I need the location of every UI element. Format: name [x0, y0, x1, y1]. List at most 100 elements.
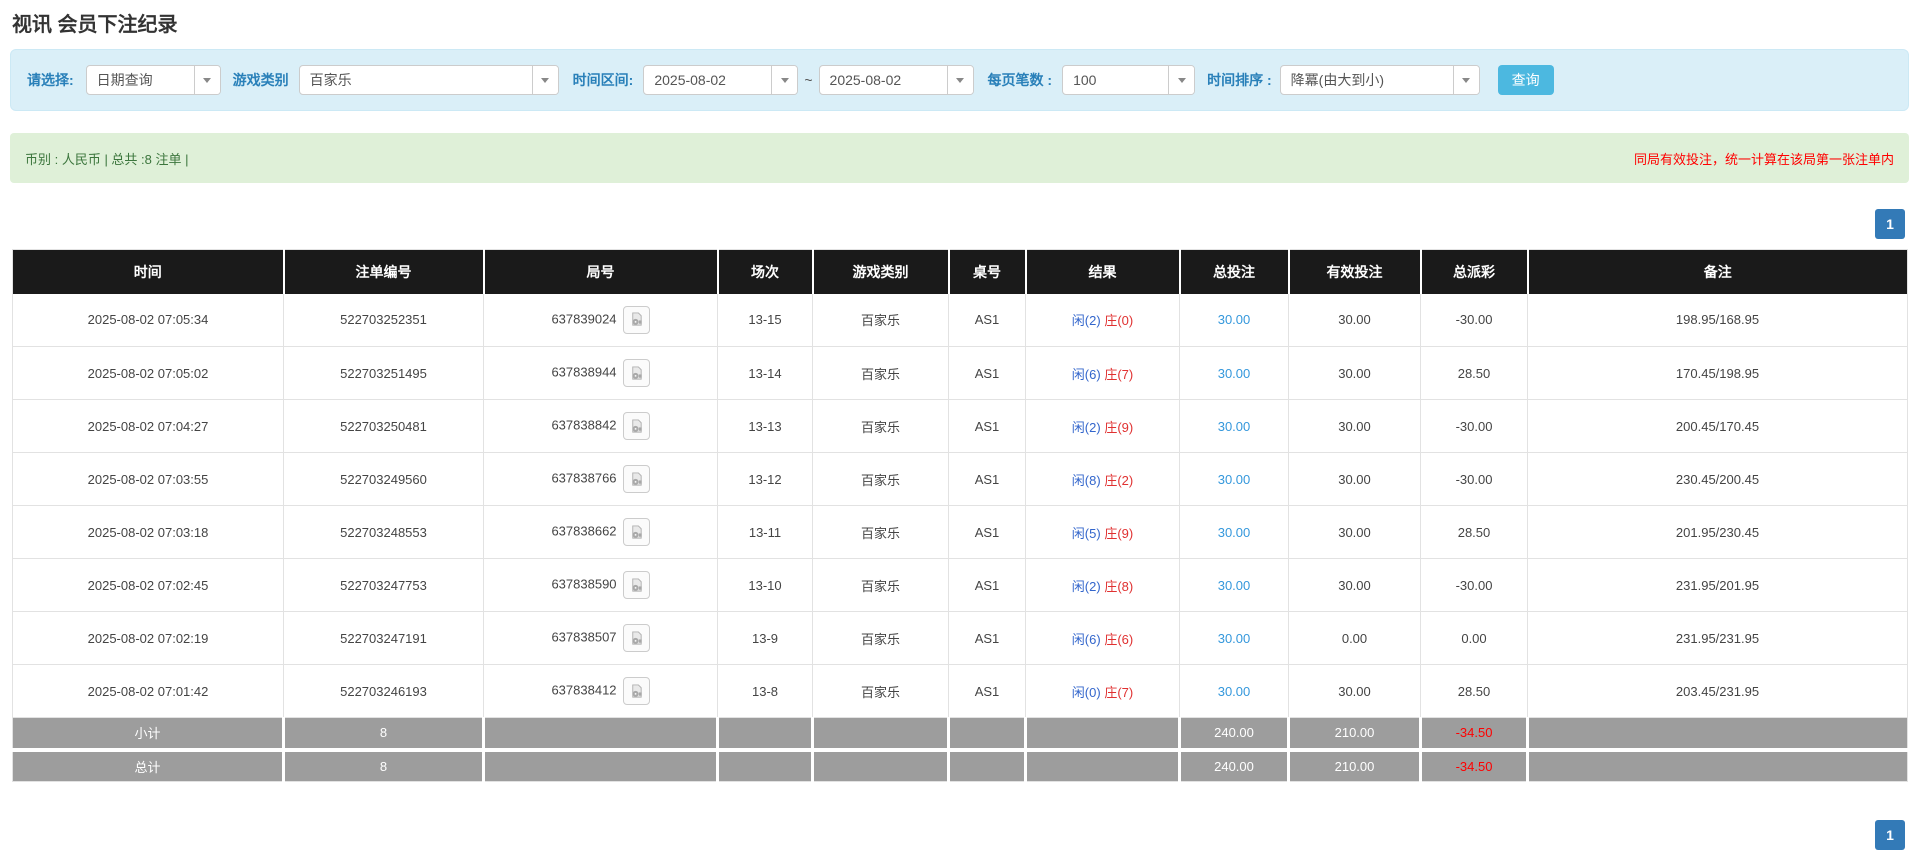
table-row: 2025-08-02 07:03:18 522703248553 6378386… [12, 505, 1908, 559]
result-player: 闲(6) [1071, 366, 1101, 382]
result-banker: 庄(7) [1104, 366, 1134, 382]
chevron-down-icon [1168, 66, 1195, 94]
time-sort-select[interactable]: 降冪(由大到小) [1279, 65, 1480, 95]
date-from-select[interactable]: 2025-08-02 [643, 65, 799, 95]
total-bet-link[interactable]: 30.00 [1218, 312, 1251, 327]
result-banker: 庄(2) [1104, 472, 1134, 488]
cell-table-no: AS1 [948, 452, 1026, 506]
video-record-button[interactable] [622, 412, 650, 440]
subtotal-total-bet: 240.00 [1179, 717, 1290, 750]
cell-session: 13-15 [717, 293, 813, 347]
cell-remark: 231.95/231.95 [1527, 611, 1908, 665]
cell-payout: 0.00 [1420, 611, 1528, 665]
result-banker: 庄(0) [1104, 313, 1134, 329]
cell-game-category: 百家乐 [812, 293, 949, 347]
page-1-button[interactable]: 1 [1875, 820, 1905, 850]
cell-session: 13-8 [717, 664, 813, 718]
cell-bet-id: 522703249560 [283, 452, 484, 506]
betting-records-table: 时间 注单编号 局号 场次 游戏类别 桌号 结果 总投注 有效投注 总派彩 备注… [12, 249, 1908, 782]
round-id-value: 637838412 [551, 682, 617, 698]
cell-time: 2025-08-02 07:01:42 [12, 664, 284, 718]
total-bet-link[interactable]: 30.00 [1218, 525, 1251, 540]
query-type-value: 日期查询 [96, 72, 153, 88]
cell-game-category: 百家乐 [812, 505, 949, 559]
total-bet-link[interactable]: 30.00 [1218, 578, 1251, 593]
chevron-down-icon [531, 66, 558, 94]
subtotal-valid-bet: 210.00 [1288, 717, 1422, 750]
cell-remark: 203.45/231.95 [1527, 664, 1908, 718]
result-banker: 庄(9) [1104, 525, 1134, 541]
grand-total-valid-bet: 210.00 [1288, 747, 1422, 782]
chevron-down-icon [193, 66, 220, 94]
cell-payout: -30.00 [1420, 293, 1528, 347]
result-banker: 庄(9) [1104, 419, 1134, 435]
cell-payout: -30.00 [1420, 399, 1528, 453]
film-icon [631, 312, 642, 326]
search-button[interactable]: 查询 [1497, 65, 1554, 95]
video-record-button[interactable] [622, 677, 650, 705]
cell-session: 13-9 [717, 611, 813, 665]
table-row: 2025-08-02 07:05:34 522703252351 6378390… [12, 293, 1908, 347]
total-bet-link[interactable]: 30.00 [1218, 419, 1251, 434]
cell-payout: -30.00 [1420, 558, 1528, 612]
table-summary: 小计 8 240.00 210.00 -34.50 总计 8 240.00 21… [12, 717, 1908, 782]
header-time: 时间 [12, 249, 285, 294]
result-player: 闲(0) [1071, 684, 1101, 700]
page-title: 视讯 会员下注纪录 [12, 14, 178, 36]
cell-remark: 198.95/168.95 [1527, 293, 1908, 347]
pagination-bottom: 1 [1875, 820, 1905, 850]
total-bet-link[interactable]: 30.00 [1218, 684, 1251, 699]
cell-valid-bet: 30.00 [1288, 664, 1421, 718]
result-player: 闲(5) [1071, 525, 1101, 541]
query-type-select[interactable]: 日期查询 [85, 65, 221, 95]
result-player: 闲(6) [1071, 631, 1101, 647]
range-tilde: ~ [804, 72, 813, 88]
result-player: 闲(8) [1071, 472, 1101, 488]
total-bet-link[interactable]: 30.00 [1218, 366, 1251, 381]
header-remark: 备注 [1527, 249, 1908, 294]
video-record-button[interactable] [622, 518, 650, 546]
round-id-value: 637838662 [551, 523, 617, 539]
subtotal-row: 小计 8 240.00 210.00 -34.50 [12, 717, 1908, 750]
video-record-button[interactable] [622, 305, 650, 334]
video-record-button[interactable] [622, 359, 650, 387]
chevron-down-icon [1452, 66, 1479, 94]
round-id-value: 637838842 [551, 417, 617, 433]
summary-bar: 币别 : 人民币 | 总共 :8 注单 | 同局有效投注，统一计算在该局第一张注… [10, 133, 1909, 183]
video-record-button[interactable] [622, 624, 650, 652]
game-category-select[interactable]: 百家乐 [298, 65, 559, 95]
cell-bet-id: 522703251495 [283, 346, 484, 400]
cell-result: 闲(5) 庄(9) [1025, 505, 1180, 559]
result-banker: 庄(6) [1104, 631, 1134, 647]
game-category-label: 游戏类别 [232, 72, 289, 88]
grand-total-row: 总计 8 240.00 210.00 -34.50 [12, 747, 1908, 782]
cell-time: 2025-08-02 07:03:55 [12, 452, 284, 506]
page-1-button[interactable]: 1 [1875, 209, 1905, 239]
date-to-value: 2025-08-02 [829, 72, 902, 88]
cell-game-category: 百家乐 [812, 399, 949, 453]
video-record-button[interactable] [622, 571, 650, 599]
total-bet-link[interactable]: 30.00 [1218, 631, 1251, 646]
cell-total-bet: 30.00 [1179, 558, 1289, 612]
table-row: 2025-08-02 07:04:27 522703250481 6378388… [12, 399, 1908, 453]
date-to-select[interactable]: 2025-08-02 [818, 65, 974, 95]
film-icon [631, 365, 642, 380]
cell-table-no: AS1 [948, 558, 1026, 612]
cell-game-category: 百家乐 [812, 346, 949, 400]
cell-bet-id: 522703247191 [283, 611, 484, 665]
cell-total-bet: 30.00 [1179, 664, 1289, 718]
per-page-select[interactable]: 100 [1062, 65, 1196, 95]
date-from-value: 2025-08-02 [654, 72, 726, 88]
grand-total-total-bet: 240.00 [1179, 747, 1290, 782]
cell-round-id: 637838842 [483, 399, 718, 453]
film-icon [631, 577, 642, 592]
header-game-category: 游戏类别 [812, 249, 950, 294]
header-result: 结果 [1025, 249, 1181, 294]
total-bet-link[interactable]: 30.00 [1218, 472, 1251, 487]
time-range-label: 时间区间: [572, 72, 634, 88]
cell-result: 闲(8) 庄(2) [1025, 452, 1180, 506]
cell-payout: 28.50 [1420, 664, 1528, 718]
cell-remark: 201.95/230.45 [1527, 505, 1908, 559]
video-record-button[interactable] [622, 465, 650, 493]
cell-bet-id: 522703250481 [283, 399, 484, 453]
